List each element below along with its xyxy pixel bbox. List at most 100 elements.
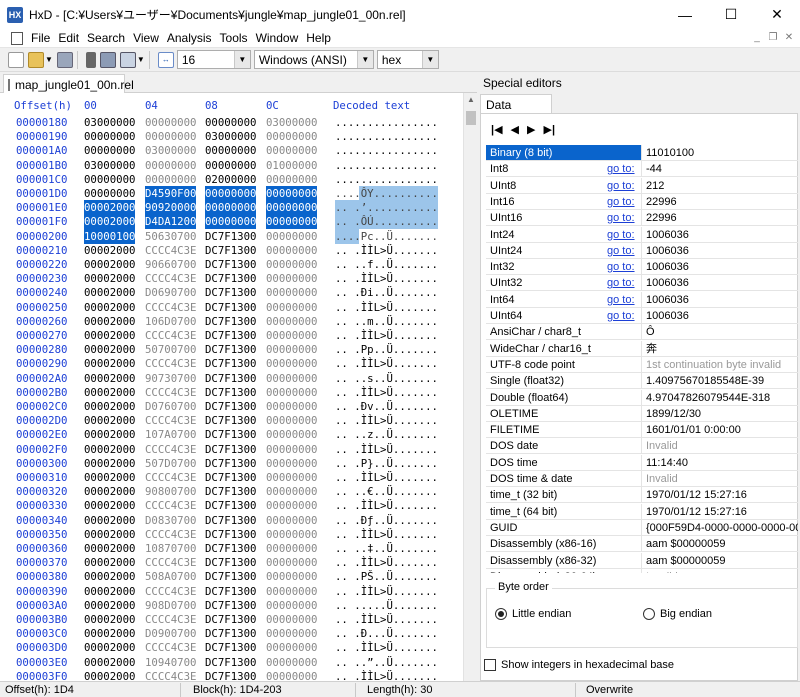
decoded-text[interactable]: .. .ÌÌL>Ü....... [335,442,438,457]
hex-row[interactable]: 00000390 00002000 CCCC4C3E DC7F1300 00000000… [0,584,463,599]
inspector-value[interactable]: 11010100 [642,145,798,161]
open-folder-icon[interactable] [28,51,44,68]
inspector-row[interactable]: AnsiChar / char8_t Ô [486,324,798,341]
hex-byte-group[interactable]: 00002000 [84,427,135,442]
hex-byte-group[interactable]: 00002000 [84,285,135,300]
decoded-text[interactable]: ................ [335,158,438,173]
open-dropdown-icon[interactable]: ▼ [45,55,53,64]
next-icon[interactable]: ▶ [527,123,535,136]
hex-byte-group[interactable]: DC7F1300 [205,314,256,329]
hex-byte-group[interactable]: 00000000 [205,186,257,201]
chevron-down-icon[interactable]: ▼ [421,51,438,68]
hex-byte-group[interactable]: 00002000 [84,399,135,414]
hex-byte-group[interactable]: 00000000 [266,626,317,641]
hex-byte-group[interactable]: 00000000 [205,214,257,230]
hex-byte-group[interactable]: DC7F1300 [205,285,256,300]
hex-byte-group[interactable]: 00000000 [266,655,317,670]
inspector-value[interactable]: 1st continuation byte invalid [642,357,798,373]
inspector-value[interactable]: 1006036 [642,227,798,243]
hex-row[interactable]: 00000180 03000000 00000000 00000000 03000000… [0,115,463,130]
decoded-text[interactable]: ....Pc..Ü....... [335,228,438,244]
decoded-text[interactable]: .. .Ðƒ..Ü....... [335,513,438,528]
hex-byte-group[interactable]: 00000000 [266,470,317,485]
goto-link[interactable]: go to: [607,161,635,176]
hex-byte-group[interactable]: DC7F1300 [205,442,256,457]
inspector-value[interactable]: -44 [642,161,798,178]
hex-byte-group[interactable]: 00000000 [266,385,317,400]
hex-byte-group[interactable]: 00002000 [84,555,135,570]
hex-byte-group[interactable]: 00002000 [84,214,136,230]
hex-byte-group[interactable]: CCCC4C3E [145,527,196,542]
hex-byte-group[interactable]: 00000000 [84,143,135,158]
hex-byte-group[interactable]: 00000000 [266,129,317,144]
hex-row[interactable]: 00000330 00002000 CCCC4C3E DC7F1300 00000000… [0,498,463,513]
hex-row[interactable]: 00000360 00002000 10870700 DC7F1300 00000000… [0,541,463,556]
decoded-text[interactable]: .. ..s..Ü....... [335,371,438,386]
hex-byte-group[interactable]: 00000000 [266,371,317,386]
hex-row[interactable]: 00000210 00002000 CCCC4C3E DC7F1300 00000000… [0,243,463,258]
menu-window[interactable]: Window [252,31,303,45]
last-icon[interactable]: ▶| [543,123,555,136]
goto-link[interactable]: go to: [607,227,635,242]
hex-row[interactable]: 00000300 00002000 507D0700 DC7F1300 00000000… [0,456,463,471]
hex-row[interactable]: 00000260 00002000 106D0700 DC7F1300 00000000… [0,314,463,329]
hex-row[interactable]: 000003C0 00002000 D0900700 DC7F1300 00000000… [0,626,463,641]
hex-row[interactable]: 00000220 00002000 90660700 DC7F1300 00000000… [0,257,463,272]
hex-row[interactable]: 00000190 00000000 00000000 03000000 00000000… [0,129,463,144]
hex-byte-group[interactable]: 00000000 [145,129,196,144]
decoded-text[interactable]: .. .Pp..Ü....... [335,342,438,357]
inspector-value[interactable]: 1970/01/12 15:27:16 [642,487,798,504]
decoded-text[interactable]: .. .....Ü....... [335,598,438,613]
hex-row[interactable]: 000002F0 00002000 CCCC4C3E DC7F1300 00000000… [0,442,463,457]
decoded-text[interactable]: .. .ÌÌL>Ü....... [335,413,438,428]
hex-byte-group[interactable]: DC7F1300 [205,584,256,599]
inspector-row[interactable]: Binary (8 bit) 11010100 [486,145,798,161]
hex-byte-group[interactable]: CCCC4C3E [145,498,196,513]
hex-byte-group[interactable]: 00000000 [266,314,317,329]
inspector-row[interactable]: DOS date Invalid [486,438,798,455]
decoded-text[interactable]: ................ [335,172,438,187]
hex-row[interactable]: 000003F0 00002000 CCCC4C3E DC7F1300 00000000… [0,669,463,681]
inspector-value[interactable]: 4.97047826079544E-318 [642,390,798,406]
hex-byte-group[interactable]: 00002000 [84,328,135,343]
inspector-row[interactable]: OLETIME 1899/12/30 [486,405,798,422]
inspector-row[interactable]: FILETIME 1601/01/01 0:00:00 [486,422,798,439]
hex-byte-group[interactable]: 00002000 [84,640,135,655]
goto-link[interactable]: go to: [607,308,635,323]
goto-link[interactable]: go to: [607,178,635,193]
hex-row[interactable]: 000003A0 00002000 908D0700 DC7F1300 00000000… [0,598,463,613]
inspector-row[interactable]: UTF-8 code point 1st continuation byte in… [486,356,798,373]
hex-byte-group[interactable]: 00000000 [266,285,317,300]
hex-byte-group[interactable]: DC7F1300 [205,229,256,244]
hex-byte-group[interactable]: 00002000 [84,300,135,315]
hex-byte-group[interactable]: DC7F1300 [205,498,256,513]
hex-row[interactable]: 000001A0 00000000 03000000 00000000 00000000… [0,143,463,158]
hex-byte-group[interactable]: D0690700 [145,285,196,300]
decoded-text[interactable]: .. .ÌÌL>Ü....... [335,356,438,371]
hex-byte-group[interactable]: CCCC4C3E [145,470,196,485]
menu-file[interactable]: File [27,31,54,45]
inspector-value[interactable]: 11:14:40 [642,455,798,471]
decoded-text[interactable]: .. .Ðv..Ü....... [335,399,438,414]
previous-icon[interactable]: ◀ [511,123,519,136]
hex-row[interactable]: 000003B0 00002000 CCCC4C3E DC7F1300 00000000… [0,612,463,627]
hex-byte-group[interactable]: 00000000 [266,669,317,681]
decoded-text[interactable]: .. ..”..Ü....... [335,655,438,670]
inspector-row[interactable]: DOS time 11:14:40 [486,454,798,471]
ram-icon[interactable] [85,51,96,68]
hex-byte-group[interactable]: 00002000 [84,527,135,542]
hex-byte-group[interactable]: 50630700 [145,229,196,244]
document-icon[interactable] [11,31,23,45]
inspector-value[interactable]: {000F59D4-0000-0000-0000-00000 [642,520,798,536]
inspector-row[interactable]: UInt64 go to: 1006036 [486,308,798,324]
decoded-text[interactable]: .. .ÌÌL>Ü....... [335,527,438,542]
hex-byte-group[interactable]: CCCC4C3E [145,243,196,258]
hex-byte-group[interactable]: 02000000 [205,172,256,187]
decoded-text[interactable]: .. .Ði..Ü....... [335,285,438,300]
hex-byte-group[interactable]: 00000000 [84,129,135,144]
inspector-value[interactable]: 1.40975670185548E-39 [642,373,798,390]
hex-byte-group[interactable]: 10870700 [145,541,196,556]
hex-byte-group[interactable]: DC7F1300 [205,371,256,386]
inspector-value[interactable]: 1899/12/30 [642,406,798,422]
hex-byte-group[interactable]: 10940700 [145,655,196,670]
